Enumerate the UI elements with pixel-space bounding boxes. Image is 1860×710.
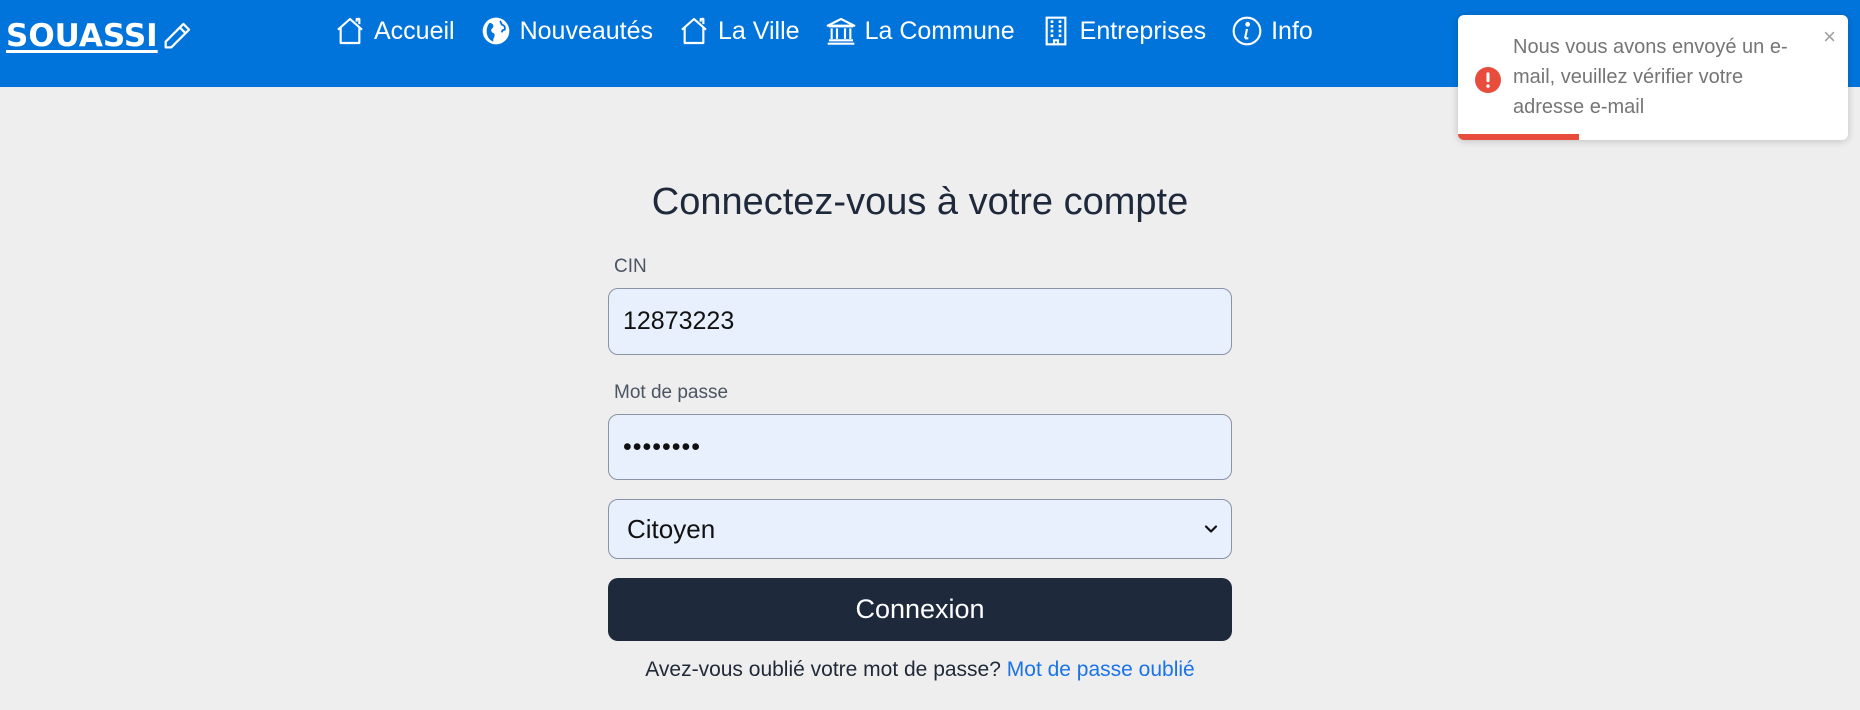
password-label: Mot de passe: [614, 382, 729, 403]
role-select-value: Citoyen: [627, 513, 716, 544]
nav-item-la-commune[interactable]: La Commune: [825, 15, 1015, 47]
nav-item-accueil[interactable]: Accueil: [334, 15, 455, 47]
nav-item-label: La Commune: [864, 16, 1015, 45]
chevron-down-icon: [1204, 525, 1218, 533]
role-select[interactable]: Citoyen: [608, 499, 1232, 559]
forgot-password-link[interactable]: Mot de passe oublié: [1007, 658, 1195, 681]
pencil-icon: [164, 22, 190, 49]
home-icon: [678, 15, 710, 47]
error-icon: [1475, 67, 1501, 93]
nav-item-label: Accueil: [374, 16, 455, 45]
login-button-label: Connexion: [855, 594, 985, 624]
toast-notification: Nous vous avons envoyé un e-mail, veuill…: [1458, 15, 1848, 140]
brand-name: SOUASSI: [6, 18, 158, 54]
main-nav: Accueil Nouveautés La Ville La Commune E…: [334, 13, 1338, 49]
info-icon: [1231, 15, 1263, 47]
nav-item-info[interactable]: Info: [1231, 15, 1313, 47]
globe-icon: [480, 15, 512, 47]
close-icon[interactable]: ×: [1823, 26, 1836, 48]
forgot-password-row: Avez-vous oublié votre mot de passe? Mot…: [0, 658, 1840, 682]
page-title: Connectez-vous à votre compte: [651, 181, 1189, 223]
home-icon: [334, 15, 366, 47]
nav-item-nouveautes[interactable]: Nouveautés: [480, 15, 653, 47]
cin-input[interactable]: [608, 288, 1232, 355]
nav-item-label: Info: [1271, 16, 1313, 45]
nav-item-la-ville[interactable]: La Ville: [678, 15, 800, 47]
cin-label: CIN: [614, 256, 647, 277]
login-button[interactable]: Connexion: [608, 578, 1232, 641]
nav-item-entreprises[interactable]: Entreprises: [1040, 15, 1206, 47]
nav-item-label: Nouveautés: [519, 16, 654, 45]
bank-icon: [825, 15, 857, 47]
brand-logo[interactable]: SOUASSI: [6, 18, 194, 54]
password-input[interactable]: [608, 414, 1232, 480]
forgot-password-text: Avez-vous oublié votre mot de passe?: [645, 658, 1001, 681]
nav-item-label: Entreprises: [1079, 16, 1207, 45]
building-icon: [1040, 15, 1072, 47]
nav-item-label: La Ville: [718, 16, 800, 45]
toast-progress-bar: [1458, 134, 1579, 140]
toast-message: Nous vous avons envoyé un e-mail, veuill…: [1513, 36, 1788, 118]
